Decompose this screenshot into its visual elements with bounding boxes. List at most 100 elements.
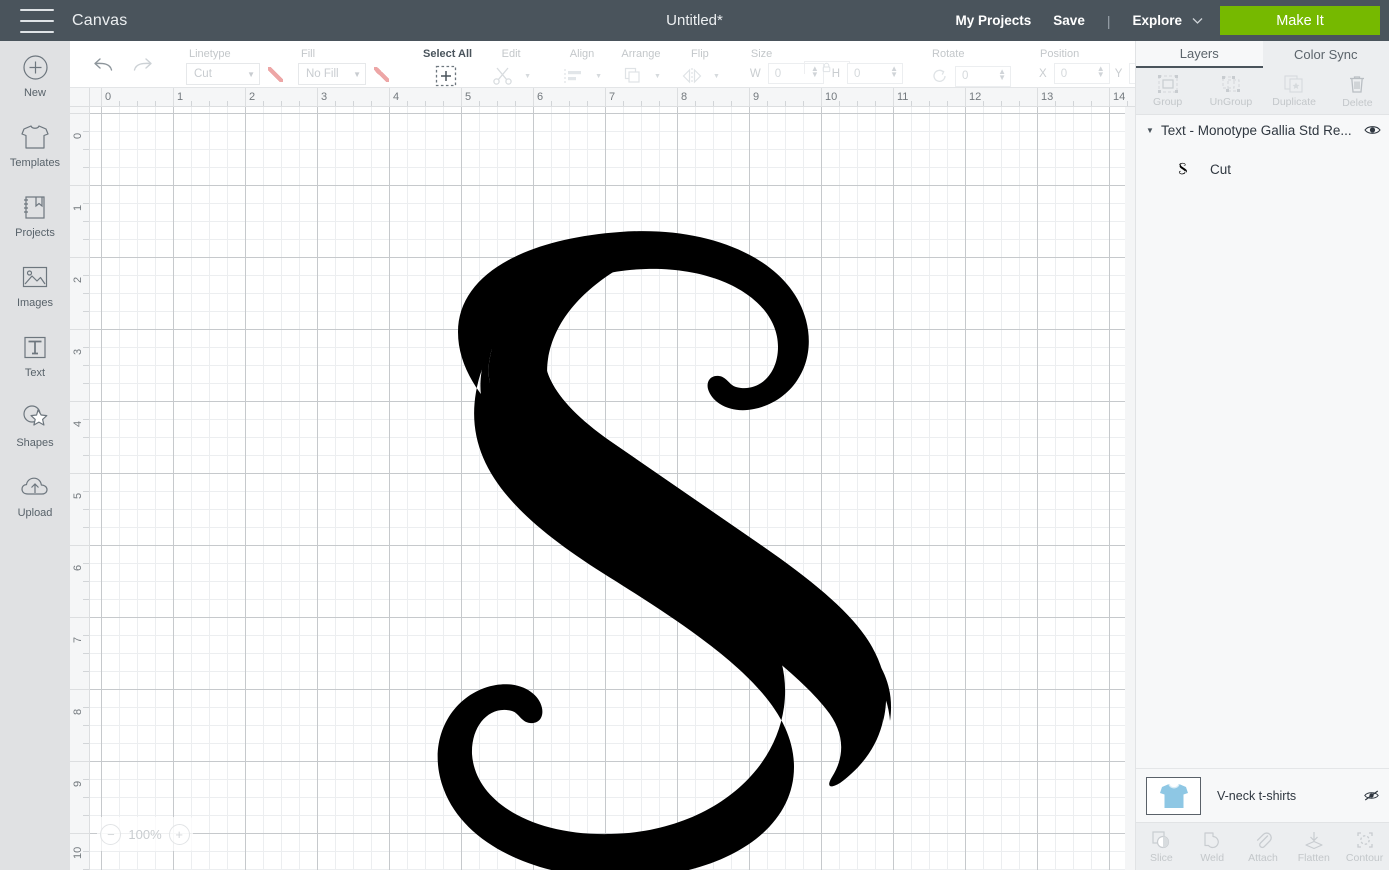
ruler-minor-tick <box>83 275 89 276</box>
chevron-down-icon[interactable]: ▼ <box>595 73 602 80</box>
attach-label: Attach <box>1248 851 1278 864</box>
ruler-tick <box>70 761 89 762</box>
ruler-label: 0 <box>72 132 84 139</box>
ruler-label: 8 <box>681 91 688 103</box>
weld-icon <box>1202 830 1222 850</box>
ruler-tick <box>70 329 89 330</box>
undo-redo-group <box>70 41 168 88</box>
ruler-minor-tick <box>83 707 89 708</box>
arrange-layers-icon[interactable] <box>618 63 648 89</box>
slice-button[interactable]: Slice <box>1136 823 1187 870</box>
zoom-level: 100% <box>128 826 162 842</box>
sidebar-item-templates[interactable]: Templates <box>0 111 70 181</box>
select-all-marquee-icon[interactable] <box>431 63 461 89</box>
zoom-in-button[interactable]: + <box>168 823 190 845</box>
canvas-area[interactable]: 0 1 2 3 4 5 6 7 8 9 10 11 12 13 14 0 1 2 3 4 5 6 7 8 9 10 <box>70 88 1135 870</box>
my-projects-link[interactable]: My Projects <box>956 13 1032 28</box>
header-separator: | <box>1106 12 1111 29</box>
ruler-minor-tick <box>83 149 89 150</box>
edit-scissors-icon[interactable] <box>488 63 518 89</box>
select-all-caption: Select All <box>423 48 473 60</box>
rotate-icon[interactable] <box>929 63 951 89</box>
lock-icon[interactable] <box>803 60 850 74</box>
ruler-tick <box>70 833 89 834</box>
ruler-minor-tick <box>83 725 89 726</box>
sidebar-item-label: Upload <box>17 507 53 519</box>
group-button[interactable]: Group <box>1136 68 1199 114</box>
ruler-label: 8 <box>72 708 84 715</box>
height-value: 0 <box>854 67 861 80</box>
canvas-viewport[interactable] <box>90 107 1135 870</box>
ruler-tick <box>70 401 89 402</box>
weld-button[interactable]: Weld <box>1187 823 1238 870</box>
flip-icon[interactable] <box>677 63 707 89</box>
explore-menu[interactable]: Explore <box>1132 13 1204 28</box>
height-input[interactable]: 0 ▲ ▼ <box>847 63 904 84</box>
width-label: W <box>749 67 761 80</box>
linetype-select[interactable]: Cut ▼ <box>186 63 260 85</box>
height-stepper[interactable]: ▲ ▼ <box>890 65 898 79</box>
ruler-label: 5 <box>72 492 84 499</box>
eye-slash-icon[interactable] <box>1363 788 1380 803</box>
delete-button[interactable]: Delete <box>1326 68 1389 114</box>
align-icon[interactable] <box>559 63 589 89</box>
rotate-value: 0 <box>962 70 969 82</box>
sidebar-item-upload[interactable]: Upload <box>0 461 70 531</box>
ruler-minor-tick <box>83 365 89 366</box>
sidebar-item-images[interactable]: Images <box>0 251 70 321</box>
sidebar-item-projects[interactable]: Projects <box>0 181 70 251</box>
tab-color-sync[interactable]: Color Sync <box>1263 41 1389 68</box>
linetype-color-swatch[interactable] <box>265 64 286 85</box>
arrange-group: Arrange ▼ <box>610 41 669 89</box>
duplicate-button[interactable]: Duplicate <box>1263 68 1326 114</box>
undo-arrow-icon[interactable] <box>84 55 123 75</box>
caret-down-icon[interactable]: ▼ <box>1146 126 1157 135</box>
ruler-minor-tick <box>83 437 89 438</box>
ruler-label: 9 <box>753 91 760 103</box>
project-row[interactable]: V-neck t-shirts <box>1136 768 1389 822</box>
attach-button[interactable]: Attach <box>1238 823 1289 870</box>
position-x-input[interactable]: 0 ▲ ▼ <box>1053 63 1110 84</box>
canvas-vertical-scrollbar[interactable] <box>1125 107 1135 870</box>
ruler-label: 2 <box>72 276 84 283</box>
ruler-minor-tick <box>83 743 89 744</box>
chevron-down-icon[interactable]: ▼ <box>713 73 720 80</box>
layer-row[interactable]: Cut <box>1136 145 1389 193</box>
flatten-button[interactable]: Flatten <box>1288 823 1339 870</box>
save-button[interactable]: Save <box>1053 13 1085 28</box>
ruler-minor-tick <box>83 293 89 294</box>
redo-arrow-icon[interactable] <box>123 55 162 75</box>
position-x-stepper[interactable]: ▲ ▼ <box>1097 65 1105 79</box>
flip-caption: Flip <box>691 48 709 60</box>
group-label: Group <box>1153 96 1183 108</box>
ruler-minor-tick <box>83 347 89 348</box>
linetype-value: Cut <box>194 68 212 80</box>
ruler-label: 3 <box>72 348 84 355</box>
ungroup-button[interactable]: UnGroup <box>1199 68 1262 114</box>
zoom-out-button[interactable]: − <box>100 823 122 845</box>
sidebar-item-shapes[interactable]: Shapes <box>0 391 70 461</box>
sidebar-item-text[interactable]: Text <box>0 321 70 391</box>
chevron-down-icon[interactable]: ▼ <box>654 73 661 80</box>
tab-layers[interactable]: Layers <box>1136 41 1263 68</box>
text-T-icon <box>23 333 47 361</box>
ruler-minor-tick <box>83 635 89 636</box>
hamburger-icon[interactable] <box>20 8 54 33</box>
ruler-label: 7 <box>609 91 616 103</box>
explore-label: Explore <box>1132 13 1182 28</box>
ruler-minor-tick <box>83 167 89 168</box>
slice-label: Slice <box>1150 851 1173 864</box>
layer-group-row[interactable]: ▼ Text - Monotype Gallia Std Re... <box>1136 115 1389 145</box>
ruler-tick <box>70 545 89 546</box>
layer-row-label: Cut <box>1210 161 1232 177</box>
sidebar-item-new[interactable]: New <box>0 41 70 111</box>
fill-color-swatch[interactable] <box>371 64 392 85</box>
chevron-down-icon[interactable]: ▼ <box>524 73 531 80</box>
contour-button[interactable]: Contour <box>1339 823 1389 870</box>
fill-select[interactable]: No Fill ▼ <box>298 63 366 85</box>
make-it-button[interactable]: Make It <box>1220 6 1380 35</box>
rotate-input[interactable]: 0 ▲ ▼ <box>955 65 1012 87</box>
rotate-stepper[interactable]: ▲ ▼ <box>998 67 1006 81</box>
book-bookmark-icon <box>22 193 48 221</box>
eye-icon[interactable] <box>1364 124 1381 136</box>
